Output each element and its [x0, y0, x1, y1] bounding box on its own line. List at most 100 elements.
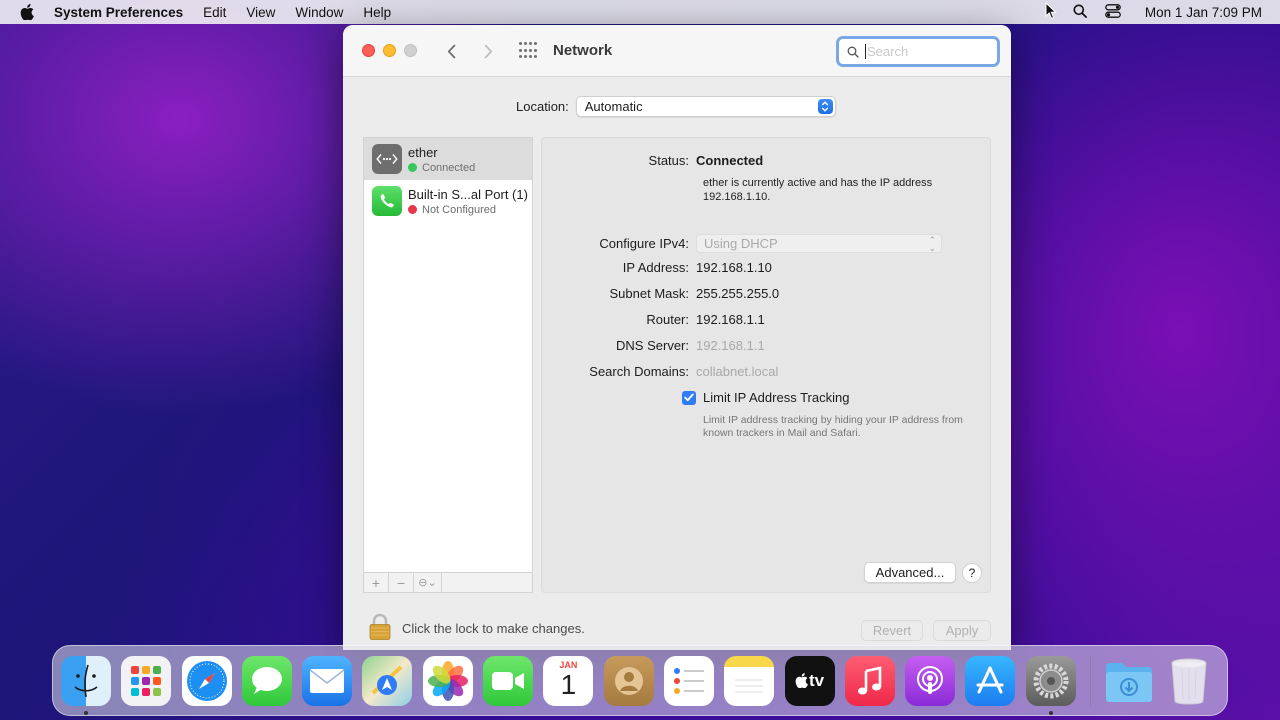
lock-icon[interactable] — [368, 613, 392, 641]
dock-notes[interactable] — [724, 655, 775, 706]
map-arrow-icon — [372, 665, 403, 695]
calendar-month: JAN — [559, 659, 578, 670]
configure-ipv4-value: Using DHCP — [704, 236, 778, 251]
trash-icon — [1171, 658, 1207, 705]
dock-facetime[interactable] — [483, 655, 534, 706]
search-domains-label: Search Domains: — [589, 364, 689, 379]
status-dot-red — [408, 205, 417, 214]
limit-ip-tracking-checkbox[interactable] — [682, 390, 696, 405]
dock-calendar[interactable]: JAN 1 — [543, 655, 594, 706]
photos-flower-icon — [427, 660, 468, 701]
location-value: Automatic — [584, 99, 643, 114]
dock-finder[interactable] — [61, 655, 111, 715]
dock: JAN 1 tv — [52, 645, 1228, 716]
interface-name: Built-in S...al Port (1) — [408, 186, 528, 202]
checklist-icon — [673, 667, 704, 694]
dock-system-preferences[interactable] — [1025, 655, 1076, 715]
interface-status: Connected — [408, 162, 475, 174]
window-title: Network — [553, 42, 613, 59]
video-camera-icon — [492, 671, 525, 690]
dock-podcasts[interactable] — [905, 655, 956, 706]
ip-address-value: 192.168.1.10 — [696, 260, 772, 275]
interface-status-text: Not Configured — [422, 203, 496, 216]
dock-reminders[interactable] — [663, 655, 714, 706]
subnet-mask-label: Subnet Mask: — [609, 286, 690, 301]
show-all-grid-icon[interactable] — [519, 42, 539, 60]
limit-ip-tracking-label[interactable]: Limit IP Address Tracking — [703, 390, 849, 405]
notes-icon — [735, 679, 764, 692]
search-field[interactable] — [836, 36, 1000, 67]
updown-chevron-icon — [817, 99, 833, 114]
configure-ipv4-label: Configure IPv4: — [599, 236, 689, 251]
menu-edit[interactable]: Edit — [203, 5, 226, 20]
location-row: Location: Automatic — [516, 96, 836, 117]
dock-downloads-folder[interactable] — [1104, 656, 1154, 706]
menu-window[interactable]: Window — [295, 5, 343, 20]
dock-maps[interactable] — [362, 655, 413, 706]
dock-music[interactable] — [844, 655, 895, 706]
interface-item-ether[interactable]: ether Connected — [364, 138, 532, 180]
downloads-folder-icon — [1106, 662, 1153, 702]
configure-ipv4-select: Using DHCP ⌃ ⌄ — [696, 234, 942, 253]
status-dot-green — [408, 163, 417, 172]
location-select[interactable]: Automatic — [575, 96, 836, 117]
search-icon — [847, 46, 859, 58]
menu-bar: System Preferences Edit View Window Help… — [0, 0, 1280, 24]
message-bubble-icon — [251, 666, 282, 694]
advanced-button[interactable]: Advanced... — [864, 562, 956, 583]
envelope-icon — [309, 668, 345, 693]
tv-logo-icon: tv — [795, 671, 824, 691]
apply-button: Apply — [933, 620, 991, 641]
dock-apple-tv[interactable]: tv — [784, 655, 835, 706]
menu-clock[interactable]: Mon 1 Jan 7:09 PM — [1145, 5, 1262, 20]
dock-mail[interactable] — [302, 655, 353, 706]
gear-icon — [1033, 663, 1069, 698]
title-bar: Network — [343, 25, 1011, 77]
dock-safari[interactable] — [181, 655, 232, 706]
zoom-window-button — [404, 44, 417, 57]
network-pane: Location: Automatic ether Connected Buil… — [343, 77, 1011, 650]
chevron-right-icon — [484, 44, 492, 58]
dock-messages[interactable] — [241, 655, 292, 706]
help-button[interactable]: ? — [962, 563, 982, 583]
dock-app-store[interactable] — [965, 655, 1016, 706]
podcast-icon — [917, 665, 944, 694]
app-store-icon — [976, 666, 1004, 693]
location-label: Location: — [516, 99, 569, 114]
dock-launchpad[interactable] — [121, 655, 172, 706]
interface-list-toolbar: + − ⊖⌄ — [363, 573, 533, 593]
checkmark-icon — [684, 393, 694, 402]
spotlight-icon[interactable] — [1073, 4, 1087, 21]
dns-server-label: DNS Server: — [616, 338, 689, 353]
menu-view[interactable]: View — [246, 5, 275, 20]
forward-button[interactable] — [478, 39, 498, 63]
interface-details-panel: Status: Connected ether is currently act… — [541, 137, 991, 593]
add-service-button[interactable]: + — [364, 573, 389, 592]
menu-help[interactable]: Help — [363, 5, 391, 20]
router-value: 192.168.1.1 — [696, 312, 765, 327]
chevron-left-icon — [447, 44, 455, 58]
status-value: Connected — [696, 153, 764, 168]
ethernet-icon — [372, 144, 402, 174]
search-input[interactable] — [865, 44, 985, 59]
interface-name: ether — [408, 144, 438, 160]
remove-service-button[interactable]: − — [389, 573, 414, 592]
subnet-mask-value: 255.255.255.0 — [696, 286, 780, 301]
dock-separator — [1090, 655, 1092, 706]
contact-person-icon — [614, 666, 643, 695]
dock-contacts[interactable] — [603, 655, 654, 706]
apple-menu-icon[interactable] — [18, 3, 36, 21]
service-action-menu-button[interactable]: ⊖⌄ — [414, 573, 442, 592]
close-window-button[interactable] — [362, 44, 375, 57]
menu-app-name[interactable]: System Preferences — [54, 5, 183, 20]
ip-address-label: IP Address: — [622, 260, 689, 275]
phone-icon — [372, 186, 402, 216]
dock-trash[interactable] — [1164, 656, 1214, 706]
back-button[interactable] — [441, 39, 461, 63]
revert-button: Revert — [861, 620, 923, 641]
lock-message: Click the lock to make changes. — [402, 621, 585, 636]
dock-photos[interactable] — [422, 655, 473, 706]
control-center-icon[interactable] — [1105, 3, 1121, 21]
minimize-window-button[interactable] — [383, 44, 396, 57]
interface-item-serial-port[interactable]: Built-in S...al Port (1) Not Configured — [364, 180, 532, 222]
